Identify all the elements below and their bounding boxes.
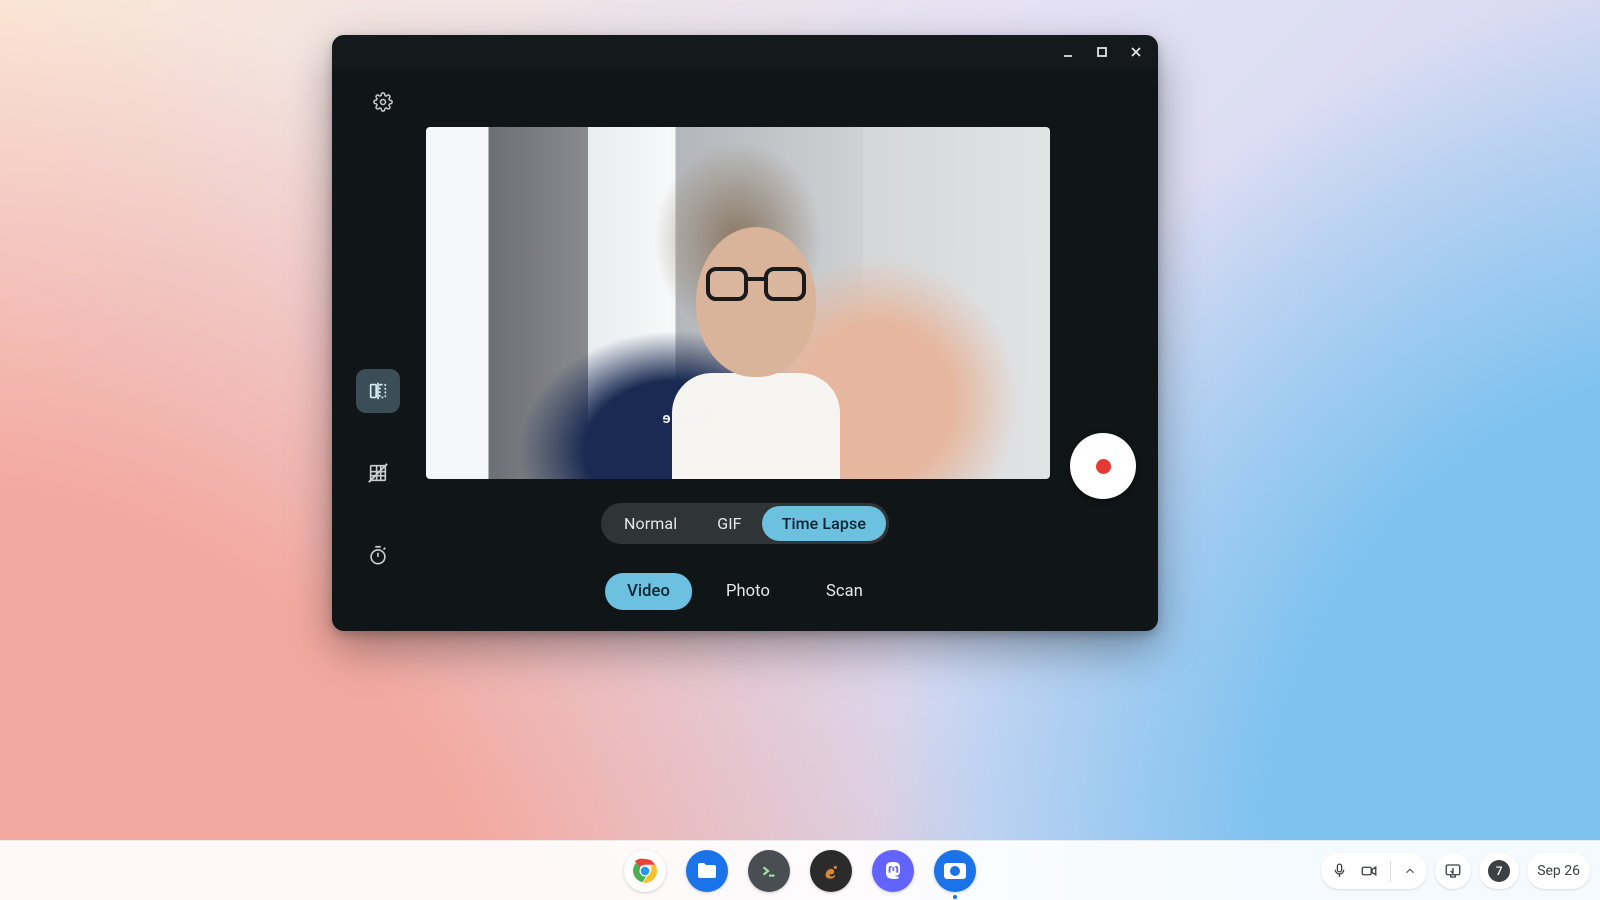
timer-button[interactable]	[356, 533, 400, 577]
chevron-up-icon	[1403, 864, 1417, 878]
viewfinder-content	[706, 267, 806, 303]
shelf: 7 Sep 26	[0, 840, 1600, 900]
record-button[interactable]	[1070, 433, 1136, 499]
tray-separator	[1390, 861, 1391, 881]
grid-off-icon	[367, 462, 389, 484]
files-icon	[695, 859, 719, 883]
video-mode-timelapse[interactable]: Time Lapse	[762, 506, 886, 541]
video-icon	[1360, 862, 1378, 880]
camera-viewfinder: Google	[426, 127, 1050, 479]
video-mode-normal[interactable]: Normal	[604, 506, 697, 541]
viewfinder-mirrored-text: Google	[662, 409, 713, 427]
mic-icon	[1331, 862, 1348, 879]
notifications-button[interactable]: 7	[1479, 853, 1519, 889]
date-text: Sep 26	[1537, 863, 1580, 879]
gear-icon	[373, 92, 393, 112]
record-dot-icon	[1096, 459, 1111, 474]
capture-mode-scan[interactable]: Scan	[804, 573, 885, 610]
app-chrome[interactable]	[624, 850, 666, 892]
mirror-icon	[367, 380, 389, 402]
mastodon-icon	[881, 859, 905, 883]
left-tools	[356, 369, 400, 577]
window-titlebar	[332, 35, 1158, 69]
app-terminal[interactable]	[748, 850, 790, 892]
squirrel-icon	[818, 858, 844, 884]
video-mode-selector: Normal GIF Time Lapse	[601, 503, 889, 544]
app-generic[interactable]	[810, 850, 852, 892]
screen-capture-icon	[1444, 862, 1462, 880]
timer-icon	[367, 544, 389, 566]
screen-capture-button[interactable]	[1435, 853, 1471, 889]
minimize-button[interactable]	[1054, 38, 1082, 66]
date-button[interactable]: Sep 26	[1527, 853, 1590, 889]
capture-mode-video[interactable]: Video	[605, 573, 692, 610]
capture-mode-selector: Video Photo Scan	[605, 573, 885, 610]
app-camera[interactable]	[934, 850, 976, 892]
shelf-status-area: 7 Sep 26	[1321, 853, 1590, 889]
mirror-button[interactable]	[356, 369, 400, 413]
app-mastodon[interactable]	[872, 850, 914, 892]
maximize-button[interactable]	[1088, 38, 1116, 66]
camera-app-window: Google	[332, 35, 1158, 631]
chrome-icon	[629, 855, 661, 887]
terminal-icon	[758, 860, 780, 882]
active-app-indicator	[953, 895, 957, 899]
app-files[interactable]	[686, 850, 728, 892]
capture-mode-photo[interactable]: Photo	[704, 573, 792, 610]
close-button[interactable]	[1122, 38, 1150, 66]
grid-button[interactable]	[356, 451, 400, 495]
notification-count-badge: 7	[1488, 860, 1510, 882]
shelf-pinned-apps	[624, 850, 976, 892]
video-mode-gif[interactable]: GIF	[697, 506, 761, 541]
media-indicators[interactable]	[1321, 853, 1427, 889]
window-body: Google	[332, 69, 1158, 631]
settings-button[interactable]	[368, 87, 398, 117]
